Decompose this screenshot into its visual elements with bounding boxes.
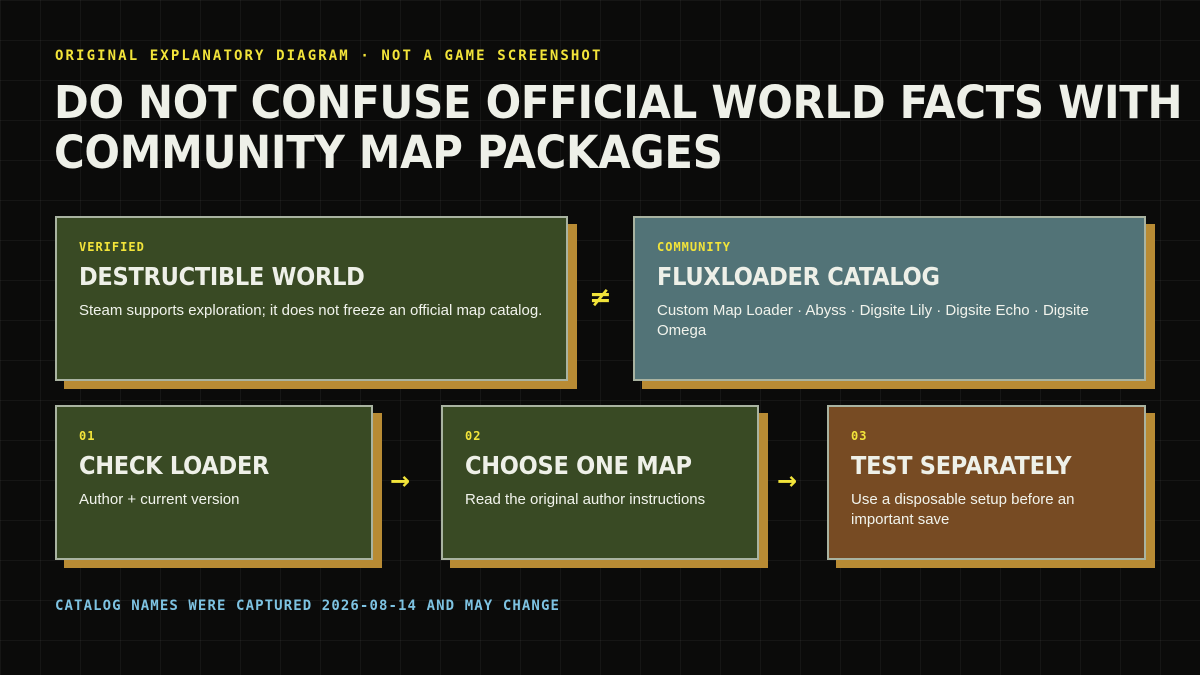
community-card: COMMUNITY FLUXLOADER CATALOG Custom Map … [633, 216, 1146, 381]
step-number: 01 [79, 429, 96, 443]
verified-card-description: Steam supports exploration; it does not … [79, 302, 543, 319]
step-card-test-separately: 03 TEST SEPARATELY Use a disposable setu… [827, 405, 1146, 560]
step-description: Use a disposable setup before an importa… [851, 491, 1075, 528]
verified-tag: VERIFIED [79, 240, 145, 254]
step-description: Author + current version [79, 491, 240, 508]
step-title: CHECK LOADER [79, 451, 270, 480]
not-equal-icon: ≠ [589, 282, 612, 313]
step-description: Read the original author instructions [465, 491, 706, 508]
community-tag: COMMUNITY [657, 240, 732, 254]
title-line-2: COMMUNITY MAP PACKAGES [54, 126, 723, 179]
arrow-right-icon: → [390, 467, 411, 495]
step-title: TEST SEPARATELY [851, 451, 1072, 480]
verified-card-title: DESTRUCTIBLE WORLD [79, 262, 365, 291]
step-number: 03 [851, 429, 868, 443]
step-number: 02 [465, 429, 482, 443]
arrow-right-icon: → [777, 467, 798, 495]
step-card-choose-map: 02 CHOOSE ONE MAP Read the original auth… [441, 405, 759, 560]
title-line-1: DO NOT CONFUSE OFFICIAL WORLD FACTS WITH [54, 76, 1183, 129]
footnote: CATALOG NAMES WERE CAPTURED 2026-08-14 A… [55, 598, 561, 614]
eyebrow-label: ORIGINAL EXPLANATORY DIAGRAM · NOT A GAM… [55, 48, 603, 64]
verified-card: VERIFIED DESTRUCTIBLE WORLD Steam suppor… [55, 216, 568, 381]
community-card-description: Custom Map Loader · Abyss · Digsite Lily… [657, 302, 1089, 339]
page-title: DO NOT CONFUSE OFFICIAL WORLD FACTS WITH… [54, 76, 1183, 179]
step-title: CHOOSE ONE MAP [465, 451, 692, 480]
community-card-title: FLUXLOADER CATALOG [657, 262, 940, 291]
step-card-check-loader: 01 CHECK LOADER Author + current version [55, 405, 373, 560]
